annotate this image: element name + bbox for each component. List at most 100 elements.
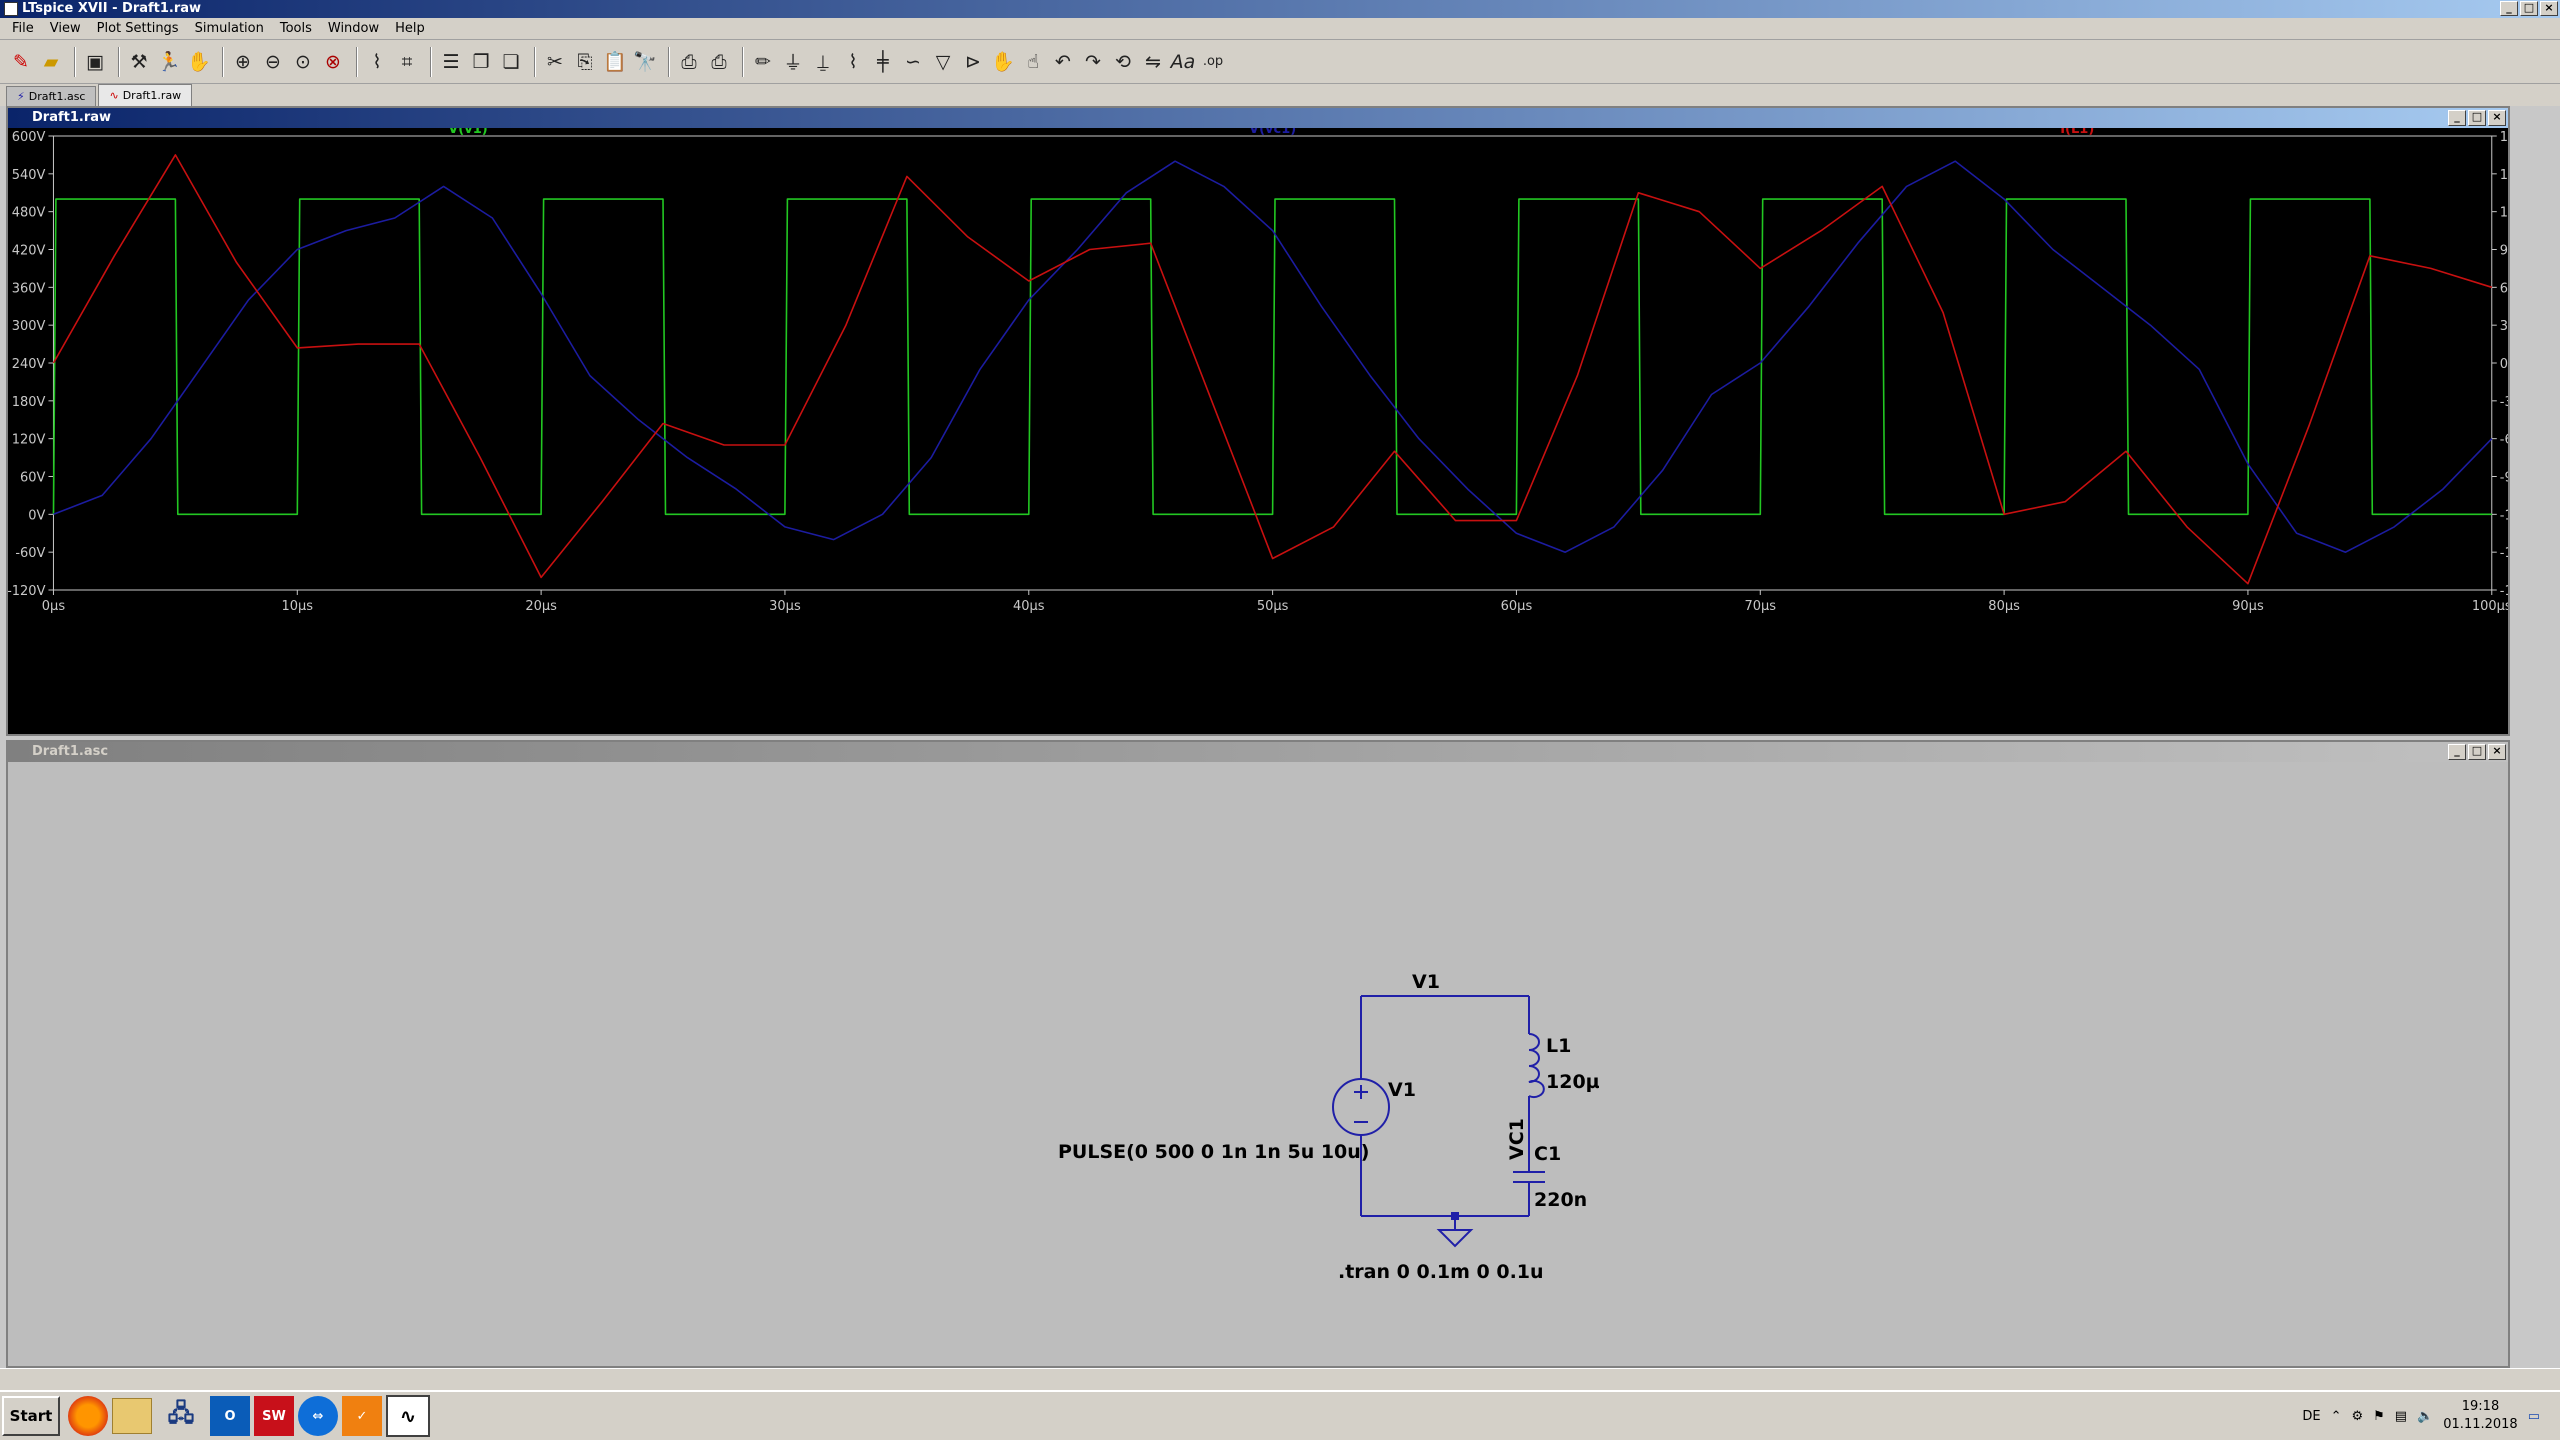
- file-manager-icon[interactable]: [112, 1398, 152, 1434]
- solidworks-icon[interactable]: SW: [254, 1396, 294, 1436]
- autorange-icon[interactable]: ⌇: [364, 47, 390, 77]
- ground-symbol[interactable]: [1436, 1216, 1474, 1248]
- outlook-icon[interactable]: O: [210, 1396, 250, 1436]
- network-tray-icon[interactable]: ▤: [2395, 1409, 2407, 1424]
- save-icon[interactable]: ▣: [82, 47, 108, 77]
- plot-pane-icon[interactable]: ⌗: [394, 47, 420, 77]
- tile-horizontal-icon[interactable]: ☰: [438, 47, 464, 77]
- find-icon[interactable]: 🔭: [632, 47, 658, 77]
- network-icon[interactable]: 🖧: [156, 1394, 206, 1438]
- window-title: LTspice XVII - Draft1.raw: [22, 1, 202, 16]
- x-tick-label: 20µs: [525, 599, 557, 614]
- inductor-icon[interactable]: ∽: [900, 47, 926, 77]
- run-icon[interactable]: 🏃: [156, 47, 182, 77]
- inductor-value[interactable]: 120µ: [1546, 1071, 1600, 1093]
- language-indicator[interactable]: DE: [2302, 1409, 2320, 1424]
- halt-icon[interactable]: ✋: [186, 47, 212, 77]
- voltage-source-symbol[interactable]: [1332, 1078, 1390, 1136]
- clock[interactable]: 19:18 01.11.2018: [2443, 1398, 2517, 1434]
- y-left-tick-label: 600V: [12, 130, 46, 145]
- series-line-vv1: [52, 198, 2492, 516]
- capacitor-value[interactable]: 220n: [1534, 1189, 1587, 1211]
- text-icon[interactable]: Aa: [1170, 47, 1196, 77]
- zoom-out-icon[interactable]: ⊖: [260, 47, 286, 77]
- cascade-icon[interactable]: ❏: [498, 47, 524, 77]
- inductor-symbol[interactable]: [1528, 1033, 1545, 1098]
- tran-directive[interactable]: .tran 0 0.1m 0 0.1u: [1338, 1261, 1544, 1283]
- copy-icon[interactable]: ⎘: [572, 47, 598, 77]
- y-right-tick-label: 3A: [2500, 319, 2508, 334]
- diode-icon[interactable]: ▽: [930, 47, 956, 77]
- source-name[interactable]: V1: [1388, 1079, 1416, 1101]
- menu-help[interactable]: Help: [387, 21, 433, 36]
- flag-icon[interactable]: ⚑: [2373, 1409, 2385, 1424]
- teamviewer-icon[interactable]: ⇔: [298, 1396, 338, 1436]
- tasks-icon[interactable]: ✓: [342, 1396, 382, 1436]
- menu-view[interactable]: View: [42, 21, 89, 36]
- menu-tools[interactable]: Tools: [272, 21, 320, 36]
- move-icon[interactable]: ✋: [990, 47, 1016, 77]
- menu-simulation[interactable]: Simulation: [187, 21, 272, 36]
- net-label-v1[interactable]: V1: [1412, 971, 1440, 993]
- spice-directive-icon[interactable]: .op: [1200, 47, 1226, 77]
- firefox-icon[interactable]: [68, 1396, 108, 1436]
- print-setup-icon[interactable]: ⎙: [706, 47, 732, 77]
- tray-expand-icon[interactable]: ⌃: [2331, 1409, 2342, 1424]
- clock-time: 19:18: [2461, 1399, 2500, 1414]
- undo-icon[interactable]: ↶: [1050, 47, 1076, 77]
- schem-maximize-button[interactable]: □: [2468, 744, 2486, 760]
- tab-draft1-asc[interactable]: ⚡ Draft1.asc: [6, 86, 97, 106]
- resistor-icon[interactable]: ⌇: [840, 47, 866, 77]
- component-icon[interactable]: ⊳: [960, 47, 986, 77]
- tray-app-icon[interactable]: ⚙: [2351, 1409, 2363, 1424]
- schem-close-button[interactable]: ×: [2488, 744, 2506, 760]
- capacitor-symbol[interactable]: [1513, 1171, 1545, 1183]
- tab-draft1-raw[interactable]: ∿ Draft1.raw: [98, 84, 193, 106]
- mirror-icon[interactable]: ⇋: [1140, 47, 1166, 77]
- start-button[interactable]: Start: [2, 1396, 60, 1436]
- show-desktop-icon[interactable]: ▭: [2528, 1409, 2540, 1424]
- zoom-cancel-icon[interactable]: ⊗: [320, 47, 346, 77]
- plot-minimize-button[interactable]: _: [2448, 110, 2466, 126]
- menu-plot-settings[interactable]: Plot Settings: [89, 21, 187, 36]
- capacitor-name[interactable]: C1: [1534, 1143, 1561, 1165]
- open-icon[interactable]: ▰: [38, 47, 64, 77]
- source-value[interactable]: PULSE(0 500 0 1n 1n 5u 10u): [1058, 1141, 1370, 1163]
- waveform-plot[interactable]: 600V 540V 480V 420V 360V 300V 240V 180V 120V 60V 0…: [8, 128, 2508, 734]
- tile-vertical-icon[interactable]: ❐: [468, 47, 494, 77]
- zoom-in-icon[interactable]: ⊕: [230, 47, 256, 77]
- ltspice-icon[interactable]: ∿: [386, 1395, 430, 1437]
- cut-icon[interactable]: ✂: [542, 47, 568, 77]
- y-right-tick-label: 6A: [2500, 281, 2508, 296]
- schematic-canvas[interactable]: V1 V1 PULSE(0 500 0 1n 1n 5u 10u) L1 120…: [8, 762, 2508, 1362]
- rotate-icon[interactable]: ⟲: [1110, 47, 1136, 77]
- paste-icon[interactable]: 📋: [602, 47, 628, 77]
- label-icon[interactable]: ⍊: [810, 47, 836, 77]
- inductor-name[interactable]: L1: [1546, 1035, 1571, 1057]
- zoom-full-icon[interactable]: ⊙: [290, 47, 316, 77]
- plot-close-button[interactable]: ×: [2488, 110, 2506, 126]
- y-right-tick-label: -18A: [2500, 584, 2508, 599]
- clock-date: 01.11.2018: [2443, 1417, 2518, 1432]
- redo-icon[interactable]: ↷: [1080, 47, 1106, 77]
- maximize-button[interactable]: □: [2520, 1, 2538, 16]
- wire-icon[interactable]: ✏: [750, 47, 776, 77]
- close-button[interactable]: ×: [2540, 1, 2558, 16]
- control-panel-icon[interactable]: ⚒: [126, 47, 152, 77]
- cap-net-label[interactable]: VC1: [1506, 1118, 1528, 1160]
- x-tick-label: 0µs: [42, 599, 66, 614]
- plot-maximize-button[interactable]: □: [2468, 110, 2486, 126]
- y-left-tick-label: 180V: [12, 395, 46, 410]
- minimize-button[interactable]: _: [2500, 1, 2518, 16]
- print-icon[interactable]: ⎙: [676, 47, 702, 77]
- new-schematic-icon[interactable]: ✎: [8, 47, 34, 77]
- menu-window[interactable]: Window: [320, 21, 387, 36]
- ground-icon[interactable]: ⏚: [780, 47, 806, 77]
- volume-icon[interactable]: 🔈: [2417, 1409, 2433, 1424]
- menu-file[interactable]: File: [4, 21, 42, 36]
- y-left-tick-label: 480V: [12, 206, 46, 221]
- drag-icon[interactable]: ☝: [1020, 47, 1046, 77]
- legend-vvc1: V(vc1): [1249, 128, 1296, 137]
- capacitor-icon[interactable]: ╪: [870, 47, 896, 77]
- schem-minimize-button[interactable]: _: [2448, 744, 2466, 760]
